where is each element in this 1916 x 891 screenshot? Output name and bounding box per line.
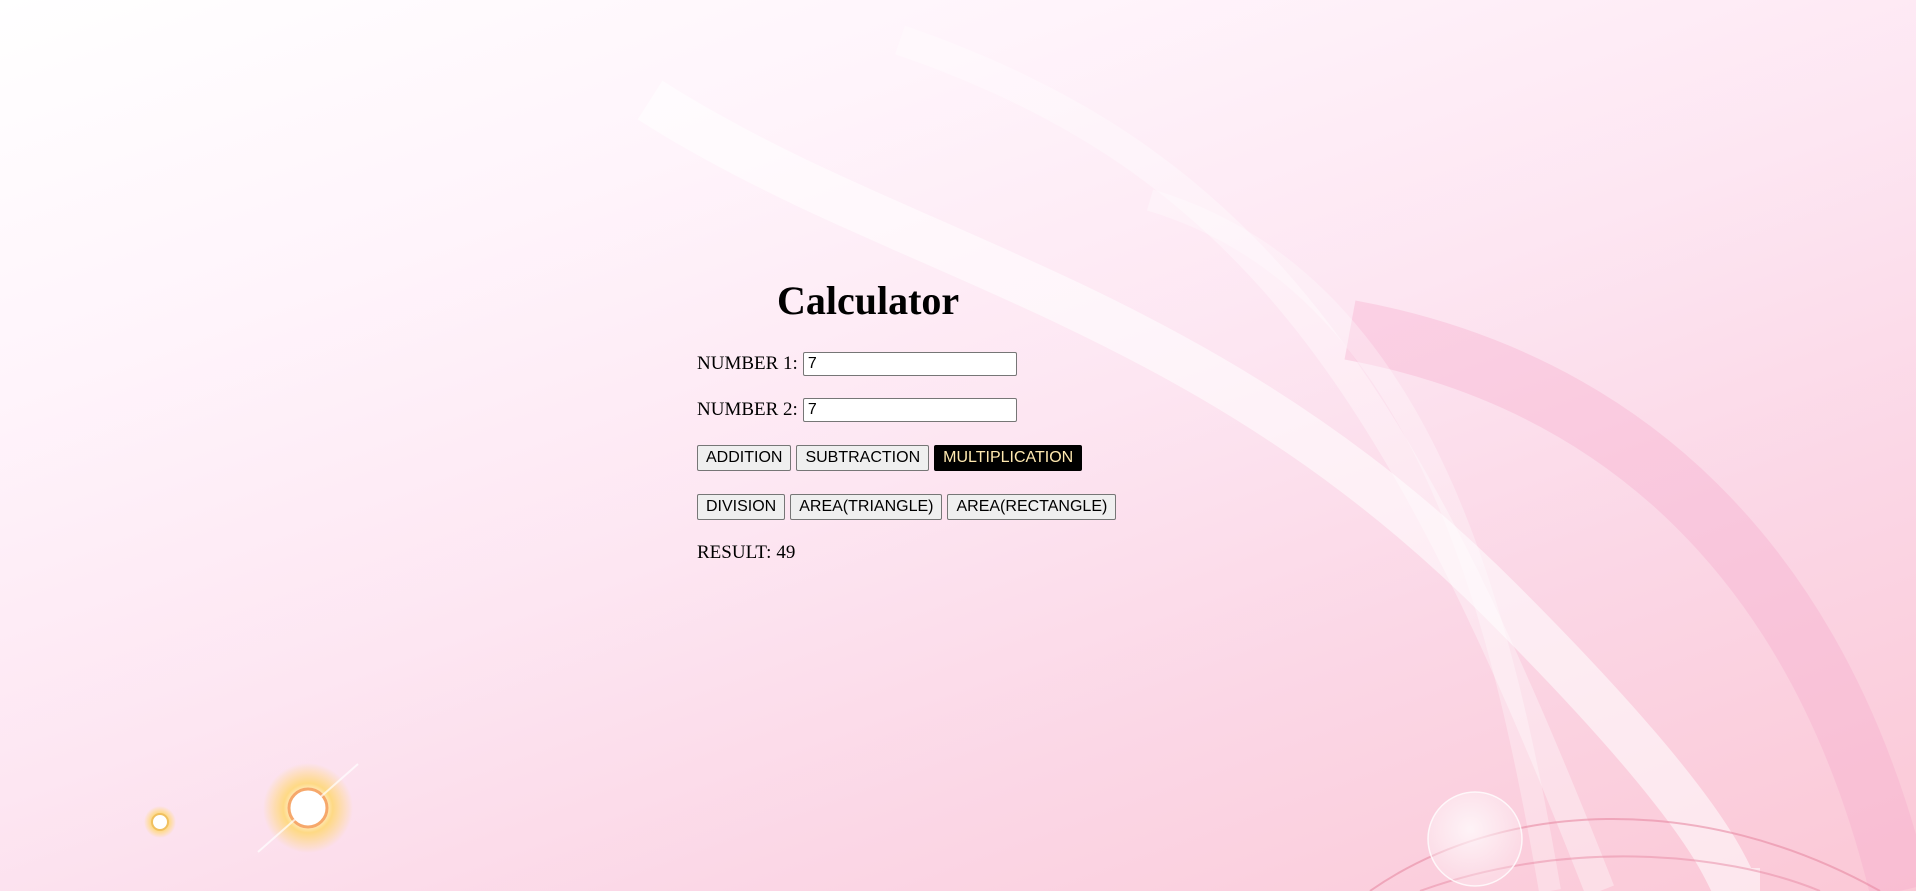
result-label: RESULT: [697,542,772,563]
result-row: RESULT: 49 [697,542,795,564]
operations-row-2: DIVISION AREA(TRIANGLE) AREA(RECTANGLE) [697,494,1121,520]
result-value: 49 [776,542,796,563]
number1-label: NUMBER 1: [697,353,798,374]
number2-label: NUMBER 2: [697,399,798,420]
multiplication-button[interactable]: MULTIPLICATION [934,445,1083,471]
area-triangle-button[interactable]: AREA(TRIANGLE) [790,494,943,520]
area-rectangle-button[interactable]: AREA(RECTANGLE) [947,494,1117,520]
number2-row: NUMBER 2: [697,398,1017,422]
number1-input[interactable] [802,352,1017,376]
operations-row-1: ADDITION SUBTRACTION MULTIPLICATION [697,445,1087,471]
number1-row: NUMBER 1: [697,352,1017,376]
number2-input[interactable] [802,398,1017,422]
subtraction-button[interactable]: SUBTRACTION [796,445,930,471]
addition-button[interactable]: ADDITION [697,445,792,471]
page-title: Calculator [777,278,960,323]
division-button[interactable]: DIVISION [697,494,786,520]
